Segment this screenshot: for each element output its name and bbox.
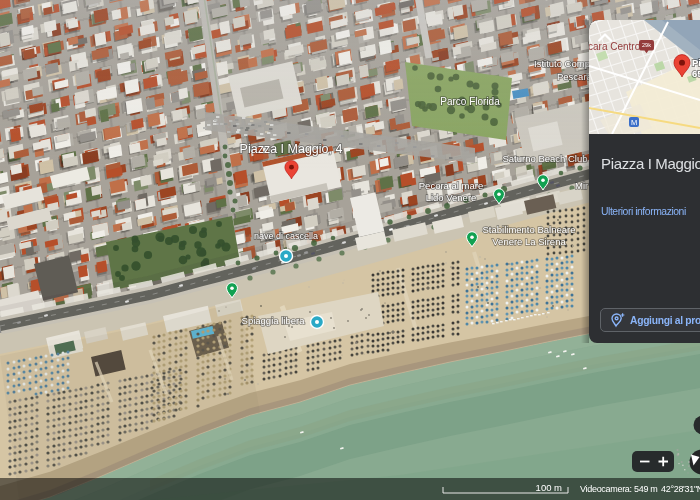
svg-text:Aggiungi al proge: Aggiungi al proge — [630, 315, 700, 326]
svg-text:Parco Florida: Parco Florida — [440, 96, 500, 107]
svg-text:Spiaggia libera: Spiaggia libera — [242, 315, 306, 326]
svg-text:Venere La Sirena: Venere La Sirena — [492, 236, 566, 247]
svg-text:cara Centro: cara Centro — [588, 41, 641, 52]
svg-text:Ulteriori informazioni: Ulteriori informazioni — [601, 206, 686, 217]
svg-text:Piazza I Maggio, 4: Piazza I Maggio, 4 — [240, 142, 343, 156]
svg-text:42°28'31"N: 42°28'31"N — [661, 484, 700, 494]
svg-text:Pecora al mare: Pecora al mare — [419, 180, 483, 191]
svg-text:29k: 29k — [642, 42, 651, 48]
svg-text:Saturno Beach Club: Saturno Beach Club — [502, 153, 587, 164]
svg-text:Pi: Pi — [692, 57, 700, 68]
svg-text:Videocamera: 549 m: Videocamera: 549 m — [580, 484, 657, 494]
svg-text:65: 65 — [692, 68, 700, 79]
svg-text:Piazza I Maggio,: Piazza I Maggio, — [601, 155, 700, 172]
svg-text:100 m: 100 m — [536, 482, 562, 493]
svg-text:nave di cascella: nave di cascella — [254, 231, 318, 241]
svg-text:Lido Venere: Lido Venere — [426, 192, 477, 203]
svg-text:M: M — [631, 118, 637, 127]
svg-text:Stabilimento Balneare: Stabilimento Balneare — [483, 224, 576, 235]
